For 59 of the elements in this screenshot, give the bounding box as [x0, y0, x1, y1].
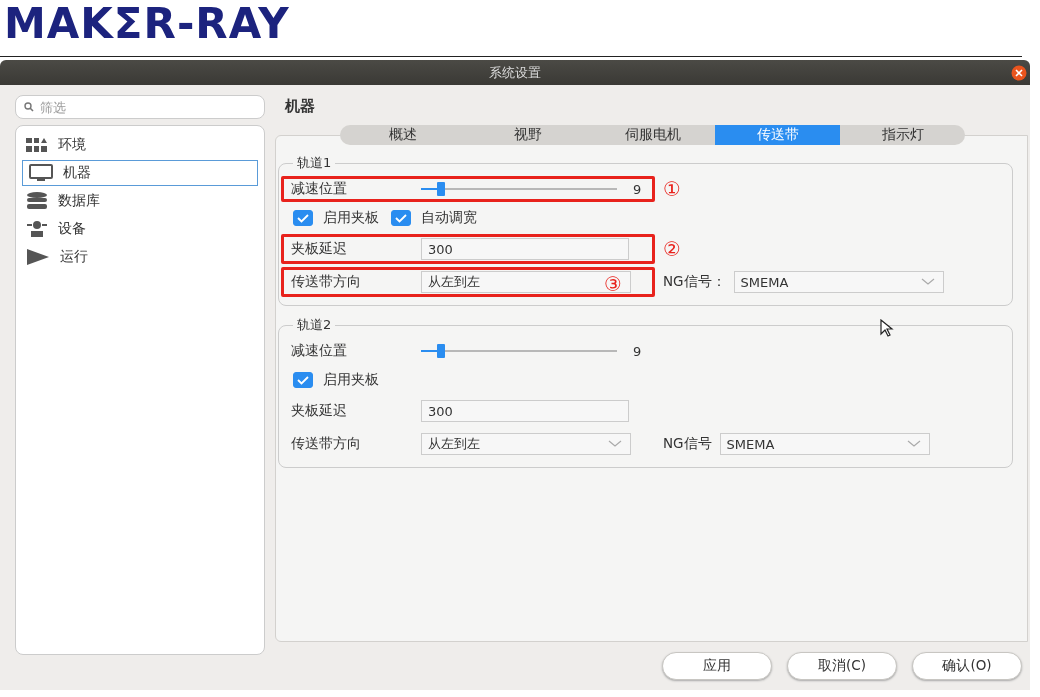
cursor-icon [880, 319, 894, 337]
dropdown[interactable]: 从左到左 [421, 433, 631, 455]
sidebar-item[interactable]: 数据库 [22, 188, 258, 214]
device-icon [26, 220, 48, 238]
field-label: 夹板延迟 [291, 402, 348, 420]
dropdown[interactable]: SMEMA [719, 433, 930, 455]
callout-number: ① [663, 179, 681, 199]
monitor-icon [29, 164, 53, 182]
checkbox-label: 自动调宽 [421, 209, 477, 227]
page-heading: 机器 [283, 96, 316, 117]
dropdown-label: NG信号 [663, 435, 712, 453]
checkbox[interactable] [391, 210, 411, 226]
group-title: 轨道2 [296, 316, 333, 334]
blocks-icon [26, 137, 48, 153]
tab[interactable]: 视野 [465, 125, 590, 145]
slider-thumb[interactable] [436, 182, 445, 196]
sidebar-item[interactable]: 运行 [22, 244, 258, 270]
window-title: 系统设置 [489, 63, 541, 82]
input-field[interactable]: 300 [421, 400, 629, 422]
sidebar-item[interactable]: 设备 [22, 216, 258, 242]
chevron-down-icon [608, 440, 622, 448]
slider-value: 9 [633, 343, 642, 359]
checkmark-icon [297, 213, 309, 223]
field-label: 夹板延迟 [291, 240, 348, 258]
slider-label: 减速位置 [291, 180, 348, 198]
callout-number: ② [663, 239, 681, 259]
input-field[interactable]: 300 [421, 238, 629, 260]
checkmark-icon [297, 375, 309, 385]
checkbox-label: 启用夹板 [323, 209, 379, 227]
play-icon [26, 248, 50, 266]
chevron-down-icon [906, 440, 921, 448]
group-title: 轨道1 [296, 154, 333, 172]
tab[interactable]: 伺服电机 [590, 125, 715, 145]
close-icon[interactable] [1011, 65, 1027, 81]
slider-value: 9 [633, 181, 642, 197]
sidebar-item[interactable]: 环境 [22, 132, 258, 158]
dialog-button[interactable]: 取消(C) [787, 652, 897, 680]
dialog-button[interactable]: 应用 [662, 652, 772, 680]
database-icon [26, 192, 48, 210]
tab[interactable]: 指示灯 [840, 125, 965, 145]
logo: MAKΣR-RAY [3, 0, 291, 50]
checkmark-icon [395, 213, 407, 223]
checkbox[interactable] [293, 372, 313, 388]
checkbox[interactable] [293, 210, 313, 226]
dropdown[interactable]: SMEMA [733, 271, 944, 293]
search-field[interactable]: 筛选 [15, 95, 265, 119]
checkbox-label: 启用夹板 [323, 371, 379, 389]
dropdown-label: 传送带方向 [291, 435, 362, 453]
tab[interactable]: 概述 [340, 125, 465, 145]
slider-label: 减速位置 [291, 342, 348, 360]
dropdown-label: NG信号： [663, 273, 726, 291]
chevron-down-icon [920, 278, 935, 286]
slider-thumb[interactable] [436, 344, 445, 358]
search-icon [24, 102, 34, 112]
sidebar-item[interactable]: 机器 [22, 160, 258, 186]
dropdown-label: 传送带方向 [291, 273, 362, 291]
dialog-button[interactable]: 确认(O) [912, 652, 1022, 680]
callout-number: ③ [604, 274, 622, 294]
search-field[interactable]: 筛选 [40, 97, 264, 117]
